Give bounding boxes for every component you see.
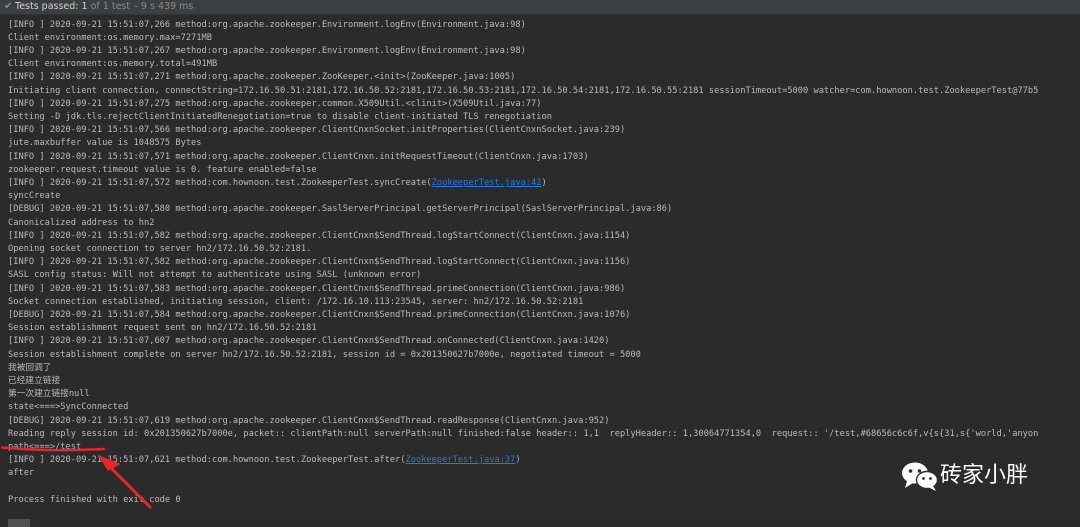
console-line: Setting -D jdk.tls.rejectClientInitiated… <box>8 112 552 122</box>
console-line-text: [INFO ] 2020-09-21 15:51:07,572 method:c… <box>8 178 432 188</box>
console-line-text: [INFO ] 2020-09-21 15:51:07,621 method:c… <box>8 455 406 466</box>
tests-passed-label: Tests passed: <box>15 1 79 12</box>
console-line: Opening socket connection to server hn2/… <box>8 244 312 254</box>
watermark: 砖家小胖 <box>900 458 1075 498</box>
console-line: [INFO ] 2020-09-21 15:51:07,583 method:o… <box>8 283 626 294</box>
console-output[interactable]: [INFO ] 2020-09-21 15:51:07,266 method:o… <box>0 14 1080 527</box>
console-line: [INFO ] 2020-09-21 15:51:07,266 method:o… <box>8 19 526 30</box>
console-line: zookeeper.request.timeout value is 0. fe… <box>8 164 317 175</box>
console-line: Socket connection established, initiatin… <box>8 296 584 307</box>
console-line: [DEBUG] 2020-09-21 15:51:07,580 method:o… <box>8 204 673 215</box>
console-line: [INFO ] 2020-09-21 15:51:07,621 method:c… <box>8 454 521 467</box>
tests-total: of 1 test <box>90 1 131 12</box>
console-line: Canonicalized address to hn2 <box>8 217 155 228</box>
console-line: [INFO ] 2020-09-21 15:51:07,566 method:o… <box>8 125 626 136</box>
tests-duration: – 9 s 439 ms <box>133 1 194 12</box>
source-link[interactable]: ZookeeperTest.java:42 <box>432 178 542 188</box>
console-line: [INFO ] 2020-09-21 15:51:07,572 method:c… <box>8 177 547 190</box>
source-link[interactable]: ZookeeperTest.java:37 <box>406 455 516 465</box>
console-line: [INFO ] 2020-09-21 15:51:07,582 method:o… <box>8 257 631 268</box>
console-line: [INFO ] 2020-09-21 15:51:07,267 method:o… <box>8 46 526 56</box>
console-line: 第一次建立链接null <box>8 389 90 400</box>
console-line: after <box>8 468 35 479</box>
console-line: [DEBUG] 2020-09-21 15:51:07,584 method:o… <box>8 310 631 320</box>
console-line: jute.maxbuffer value is 1048575 Bytes <box>8 138 202 149</box>
console-line: syncCreate <box>8 191 61 202</box>
console-line: [INFO ] 2020-09-21 15:51:07,275 method:o… <box>8 98 542 109</box>
console-line: [INFO ] 2020-09-21 15:51:07,607 method:o… <box>8 336 610 347</box>
console-line: [INFO ] 2020-09-21 15:51:07,582 method:o… <box>8 230 631 241</box>
console-line: 已经建立链接 <box>8 376 61 386</box>
console-line: [INFO ] 2020-09-21 15:51:07,271 method:o… <box>8 72 516 83</box>
horizontal-scrollbar-thumb[interactable] <box>8 519 30 527</box>
test-status-bar: ✔ Tests passed: 1 of 1 test – 9 s 439 ms <box>0 0 1080 15</box>
console-line: state<===>SyncConnected <box>8 402 129 413</box>
console-line: [DEBUG] 2020-09-21 15:51:07,619 method:o… <box>8 415 610 426</box>
console-line: Session establishment request sent on hn… <box>8 323 317 334</box>
console-line-text: ) <box>515 455 521 466</box>
console-line: path<===>/test <box>8 442 82 452</box>
console-line: SASL config status: Will not attempt to … <box>8 270 422 281</box>
console-line: Reading reply session id: 0x201350627b70… <box>8 428 1039 439</box>
console-line: Client environment:os.memory.max=7271MB <box>8 32 212 43</box>
console-line-text: ) <box>541 178 547 188</box>
console-line: [INFO ] 2020-09-21 15:51:07,571 method:o… <box>8 151 589 162</box>
console-line: Client environment:os.memory.total=491MB <box>8 59 218 70</box>
console-line: Session establishment complete on server… <box>8 349 641 360</box>
console-line: Initiating client connection, connectStr… <box>8 85 1039 96</box>
check-icon: ✔ <box>4 1 13 12</box>
tests-passed-count: 1 <box>81 1 88 12</box>
tests-passed-summary[interactable]: Tests passed: 1 of 1 test – 9 s 439 ms <box>15 0 193 14</box>
console-line: Process finished with exit code 0 <box>8 494 181 505</box>
watermark-text: 砖家小胖 <box>940 463 1029 488</box>
console-line: 我被回调了 <box>8 362 52 373</box>
wechat-icon <box>902 462 939 491</box>
